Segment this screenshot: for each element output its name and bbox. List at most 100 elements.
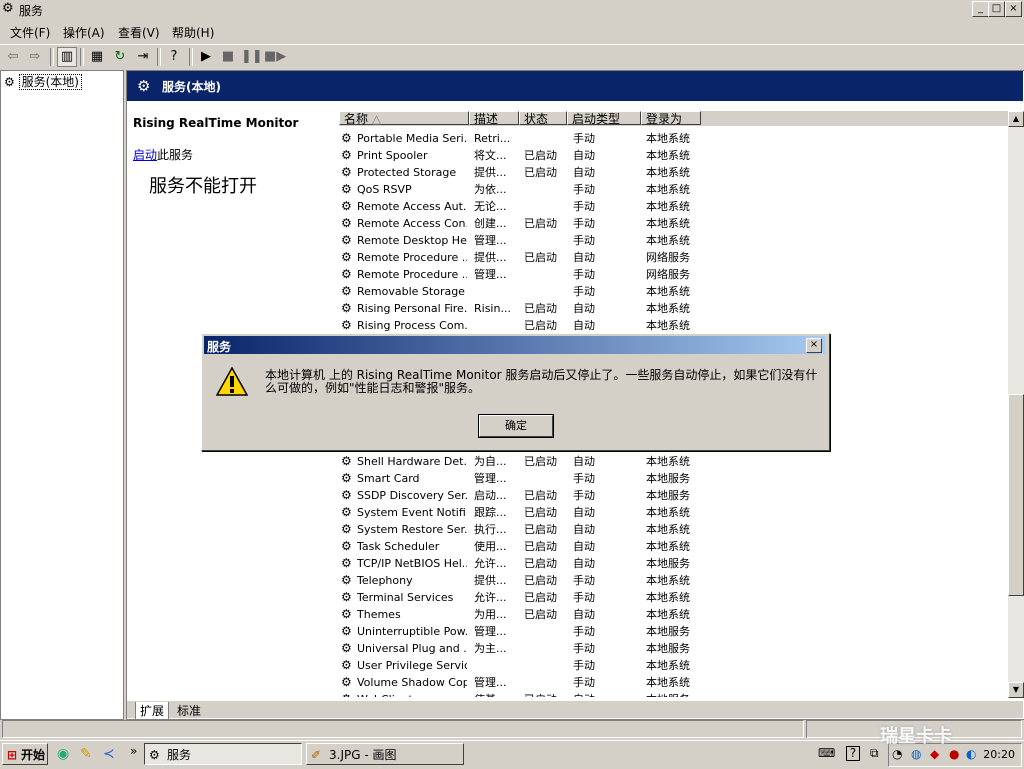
maximize-button[interactable]: □ [988, 1, 1005, 17]
service-row[interactable]: ⚙ Remote Procedure ... 提供... 已启动 自动 网络服务 [339, 249, 1009, 266]
service-row[interactable]: ⚙ Remote Procedure ... 管理... 手动 网络服务 [339, 266, 1009, 283]
service-row[interactable]: ⚙ Uninterruptible Pow... 管理... 手动 本地服务 [339, 623, 1009, 640]
help-tray-icon[interactable]: ? [846, 746, 860, 761]
keyboard-icon[interactable]: ⌨ [818, 746, 835, 760]
restore-icon[interactable]: ⧉ [870, 746, 879, 761]
export-list-icon[interactable]: ⇥ [133, 47, 153, 67]
service-row[interactable]: ⚙ Volume Shadow Copy 管理... 手动 本地系统 [339, 674, 1009, 691]
service-gear-icon: ⚙ [341, 505, 352, 519]
start-service-icon[interactable]: ▶ [196, 47, 216, 67]
forward-arrow-icon[interactable]: ⇨ [25, 47, 45, 67]
browser-quicklaunch-icon[interactable]: ◉ [57, 746, 69, 762]
column-description[interactable]: 描述 [469, 111, 519, 126]
service-row[interactable]: ⚙ System Event Notifi... 跟踪... 已启动 自动 本地系统 [339, 504, 1009, 521]
service-row[interactable]: ⚙ Terminal Services 允许... 已启动 手动 本地系统 [339, 589, 1009, 606]
start-service-link[interactable]: 启动 [133, 148, 157, 162]
service-row[interactable]: ⚙ SSDP Discovery Ser... 启动... 已启动 手动 本地服务 [339, 487, 1009, 504]
service-row[interactable]: ⚙ Remote Access Con... 创建... 已启动 手动 本地系统 [339, 215, 1009, 232]
tab-standard[interactable]: 标准 [173, 702, 205, 719]
service-row[interactable]: ⚙ Removable Storage 手动 本地系统 [339, 283, 1009, 300]
minimize-button[interactable]: _ [972, 1, 989, 17]
service-cannot-open-text: 服务不能打开 [149, 176, 257, 197]
clock[interactable]: 20:20 [983, 748, 1015, 761]
service-row[interactable]: ⚙ Remote Access Aut... 无论... 手动 本地系统 [339, 198, 1009, 215]
service-row[interactable]: ⚙ Universal Plug and ... 为主... 手动 本地服务 [339, 640, 1009, 657]
service-row[interactable]: ⚙ Portable Media Seri... Retri... 手动 本地系统 [339, 130, 1009, 147]
service-gear-icon: ⚙ [341, 573, 352, 587]
task-paint[interactable]: ✐ 3.JPG - 画图 [306, 743, 464, 765]
scroll-down-icon[interactable]: ▼ [1008, 682, 1024, 698]
window-title: 服务 [19, 4, 44, 18]
menu-view[interactable]: 查看(V) [118, 24, 160, 41]
start-button[interactable]: ⊞ 开始 [2, 743, 48, 765]
service-row[interactable]: ⚙ System Restore Ser... 执行... 已启动 自动 本地系统 [339, 521, 1009, 538]
service-name: Protected Storage [357, 166, 457, 179]
service-row[interactable]: ⚙ Remote Desktop He... 管理... 手动 本地系统 [339, 232, 1009, 249]
dialog-message: 本地计算机 上的 Rising RealTime Monitor 服务启动后又停… [265, 368, 818, 395]
service-row[interactable]: ⚙ Shell Hardware Det... 为自... 已启动 自动 本地系统 [339, 453, 1009, 470]
column-startup-type[interactable]: 启动类型 [567, 111, 641, 126]
volume-tray-icon[interactable]: ◐ [966, 747, 976, 761]
status-pane-main [2, 720, 804, 738]
service-startup-type: 手动 [573, 489, 595, 502]
menu-help[interactable]: 帮助(H) [172, 24, 214, 41]
scroll-up-icon[interactable]: ▲ [1008, 111, 1024, 127]
network-tray-icon[interactable]: ◍ [911, 747, 921, 761]
properties-icon[interactable]: ▦ [87, 47, 107, 67]
service-row[interactable]: ⚙ Themes 为用... 已启动 自动 本地系统 [339, 606, 1009, 623]
service-row[interactable]: ⚙ QoS RSVP 为依... 手动 本地系统 [339, 181, 1009, 198]
service-logon: 本地系统 [646, 591, 690, 604]
menu-action[interactable]: 操作(A) [63, 24, 105, 41]
firewall-tray-icon[interactable]: ◆ [930, 747, 939, 761]
panel-curve [332, 101, 336, 111]
messenger-quicklaunch-icon[interactable]: ≺ [103, 746, 115, 762]
panel-title: 服务(本地) [162, 80, 221, 94]
service-row[interactable]: ⚙ Print Spooler 将文... 已启动 自动 本地系统 [339, 147, 1009, 164]
vertical-scrollbar[interactable]: ▲ ▼ [1008, 111, 1024, 698]
refresh-icon[interactable]: ↻ [110, 47, 130, 67]
service-logon: 本地服务 [646, 625, 690, 638]
service-startup-type: 自动 [573, 251, 595, 264]
menu-file[interactable]: 文件(F) [10, 24, 50, 41]
service-description: 使基... [474, 691, 519, 697]
service-row[interactable]: ⚙ TCP/IP NetBIOS Hel... 允许... 已启动 自动 本地服务 [339, 555, 1009, 572]
service-status: 已启动 [524, 302, 557, 315]
service-row[interactable]: ⚙ Protected Storage 提供... 已启动 自动 本地系统 [339, 164, 1009, 181]
rising-tray-icon[interactable]: ● [949, 747, 959, 761]
service-gear-icon: ⚙ [341, 131, 352, 145]
service-description: 管理... [474, 472, 507, 485]
service-startup-type: 手动 [573, 591, 595, 604]
service-gear-icon: ⚙ [341, 658, 352, 672]
pencil-quicklaunch-icon[interactable]: ✎ [80, 746, 92, 762]
help-icon[interactable]: ? [164, 47, 184, 67]
dialog-close-button[interactable]: × [806, 338, 822, 353]
service-row[interactable]: ⚙ User Privilege Service 手动 本地系统 [339, 657, 1009, 674]
service-status: 已启动 [524, 691, 569, 697]
service-row[interactable]: ⚙ Task Scheduler 使用... 已启动 自动 本地系统 [339, 538, 1009, 555]
column-status[interactable]: 状态 [519, 111, 567, 126]
pause-service-icon[interactable]: ❚❚ [241, 47, 263, 67]
column-logon-as[interactable]: 登录为 [641, 111, 701, 126]
service-logon: 本地系统 [646, 234, 690, 247]
antivirus-tray-icon[interactable]: ◔ [892, 747, 902, 761]
service-name: Universal Plug and ... [357, 642, 467, 655]
service-name: Shell Hardware Det... [357, 455, 467, 468]
service-row[interactable]: ⚙ Telephony 提供... 已启动 手动 本地系统 [339, 572, 1009, 589]
task-services[interactable]: ⚙ 服务 [144, 743, 302, 765]
service-row[interactable]: ⚙ Rising Personal Fire... Risin... 已启动 自动 本地系… [339, 300, 1009, 317]
close-button[interactable]: × [1005, 1, 1022, 17]
restart-service-icon[interactable]: ■▶ [264, 47, 286, 67]
service-gear-icon: ⚙ [341, 454, 352, 468]
stop-service-icon[interactable]: ■ [218, 47, 238, 67]
service-row[interactable]: ⚙ Smart Card 管理... 手动 本地服务 [339, 470, 1009, 487]
service-row[interactable]: ⚙ Rising Process Com... 已启动 自动 本地系统 [339, 317, 1009, 334]
quicklaunch-more[interactable]: » [130, 744, 137, 758]
column-name[interactable]: 名称 △ [339, 111, 469, 126]
service-row[interactable]: ⚙WebClient 使基... 已启动自动 本地服务 [339, 691, 1009, 697]
ok-button[interactable]: 确定 [478, 414, 554, 438]
show-hide-tree-icon[interactable]: ▥ [57, 47, 77, 67]
tree-node-services-local[interactable]: ⚙ 服务(本地) [4, 73, 82, 90]
scroll-thumb[interactable] [1008, 394, 1024, 596]
back-arrow-icon[interactable]: ⇦ [3, 47, 23, 67]
toolbar: ⇦ ⇨ ▥ ▦ ↻ ⇥ ? ▶ ■ ❚❚ ■▶ [0, 44, 1024, 70]
